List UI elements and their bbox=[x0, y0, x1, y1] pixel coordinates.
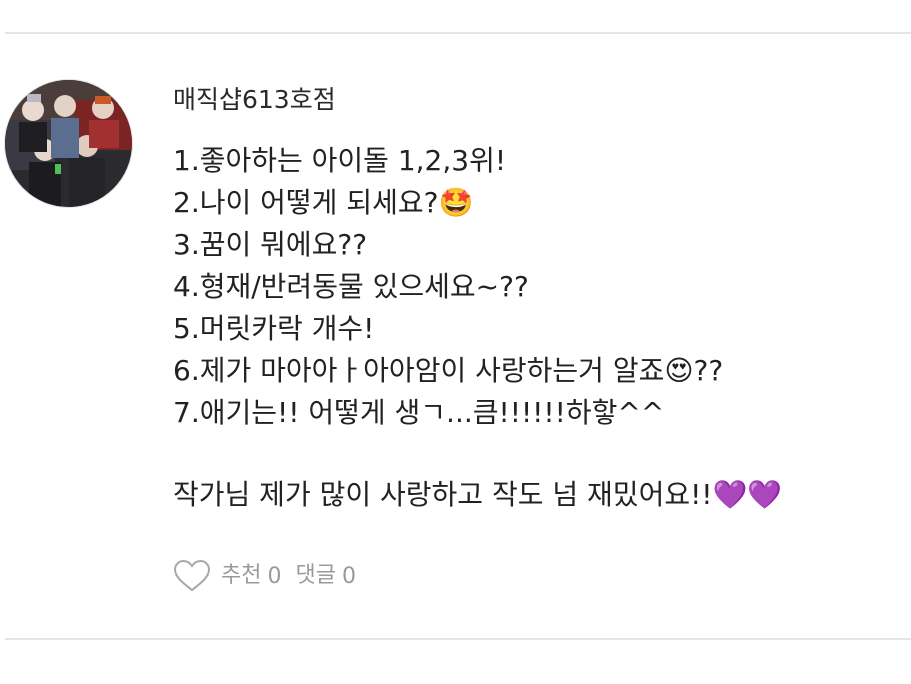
reply-count: 0 bbox=[341, 563, 356, 589]
comment-line: 2.나이 어떻게 되세요?🤩 bbox=[173, 186, 474, 219]
avatar[interactable] bbox=[5, 80, 132, 207]
comment-line: 5.머릿카락 개수! bbox=[173, 312, 375, 345]
top-divider bbox=[5, 32, 911, 34]
comment-line: 6.제가 마아아ㅏ아아암이 사랑하는거 알죠😍?? bbox=[173, 354, 724, 387]
bottom-divider bbox=[5, 638, 911, 640]
comment-username[interactable]: 매직샵613호점 bbox=[173, 82, 336, 118]
comment-line: 7.애기는!! 어떻게 생ㄱ...큼!!!!!!하핳^^ bbox=[173, 396, 665, 429]
recommend-label[interactable]: 추천 bbox=[221, 556, 261, 596]
recommend-count: 0 bbox=[267, 563, 282, 589]
comment-spacer bbox=[173, 434, 893, 474]
comment-closing: 작가님 제가 많이 사랑하고 작도 넘 재밌어요!!💜💜 bbox=[173, 478, 783, 511]
avatar-photo bbox=[5, 80, 132, 207]
comment-line: 1.좋아하는 아이돌 1,2,3위! bbox=[173, 144, 507, 177]
reply-label[interactable]: 댓글 bbox=[295, 556, 335, 596]
comment-actions: 추천 0 댓글 0 bbox=[173, 556, 356, 596]
comment-line: 4.형재/반려동물 있으세요~?? bbox=[173, 270, 529, 303]
comment-body: 1.좋아하는 아이돌 1,2,3위! 2.나이 어떻게 되세요?🤩 3.꿈이 뭐… bbox=[173, 140, 893, 516]
comment-line: 3.꿈이 뭐에요?? bbox=[173, 228, 368, 261]
heart-outline-icon[interactable] bbox=[173, 559, 211, 593]
